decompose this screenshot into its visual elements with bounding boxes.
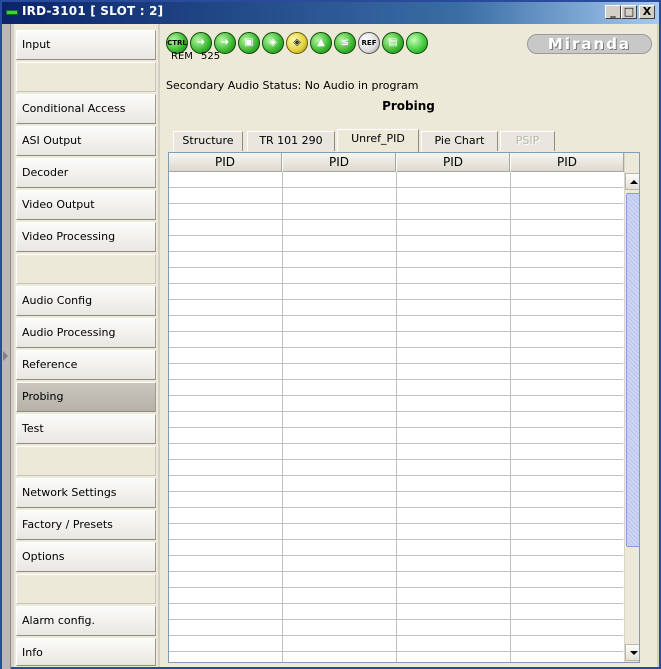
window-title: IRD-3101 [ SLOT : 2] bbox=[22, 4, 164, 18]
audio-warning-icon[interactable]: ◈ bbox=[286, 32, 308, 54]
tab-unref-pid[interactable]: Unref_PID bbox=[337, 129, 419, 152]
panel-collapse-strip[interactable] bbox=[2, 24, 11, 669]
sidebar-spacer bbox=[16, 62, 156, 92]
column-divider bbox=[510, 172, 511, 662]
sidebar-item-test[interactable]: Test bbox=[16, 414, 156, 444]
scroll-down-button[interactable] bbox=[625, 644, 639, 661]
sidebar-spacer bbox=[16, 574, 156, 604]
sidebar-item-probing[interactable]: Probing bbox=[16, 382, 156, 412]
sidebar-item-video-output[interactable]: Video Output bbox=[16, 190, 156, 220]
sidebar-item-asi-output[interactable]: ASI Output bbox=[16, 126, 156, 156]
column-header-pid[interactable]: PID bbox=[283, 153, 396, 172]
secondary-audio-status: Secondary Audio Status: No Audio in prog… bbox=[166, 79, 419, 92]
sidebar-item-audio-config[interactable]: Audio Config bbox=[16, 286, 156, 316]
column-divider bbox=[282, 172, 283, 662]
ca-lock-icon[interactable]: ▣ bbox=[238, 32, 260, 54]
sidebar-item-reference[interactable]: Reference bbox=[16, 350, 156, 380]
sidebar-spacer bbox=[16, 446, 156, 476]
vertical-scrollbar[interactable] bbox=[624, 153, 639, 662]
sidebar-item-factory-presets[interactable]: Factory / Presets bbox=[16, 510, 156, 540]
sidebar-item-decoder[interactable]: Decoder bbox=[16, 158, 156, 188]
gain-icon[interactable]: ≤ bbox=[334, 32, 356, 54]
expand-arrow-icon[interactable] bbox=[3, 351, 8, 361]
sidebar-item-info[interactable]: Info bbox=[16, 638, 156, 666]
reference-icon[interactable]: REF bbox=[358, 32, 380, 54]
chevron-down-icon bbox=[630, 651, 638, 655]
column-divider bbox=[396, 172, 397, 662]
sidebar-item-audio-processing[interactable]: Audio Processing bbox=[16, 318, 156, 348]
sidebar-item-conditional-access[interactable]: Conditional Access bbox=[16, 94, 156, 124]
sidebar-item-options[interactable]: Options bbox=[16, 542, 156, 572]
scroll-up-button[interactable] bbox=[625, 173, 639, 190]
sidebar-item-video-processing[interactable]: Video Processing bbox=[16, 222, 156, 252]
chevron-up-icon bbox=[630, 180, 638, 184]
audio-lock-icon[interactable]: ▲ bbox=[310, 32, 332, 54]
title-bar[interactable]: IRD-3101 [ SLOT : 2] _ □ X bbox=[2, 2, 659, 24]
column-header-pid[interactable]: PID bbox=[397, 153, 510, 172]
sidebar-item-network-settings[interactable]: Network Settings bbox=[16, 478, 156, 508]
close-button[interactable]: X bbox=[639, 5, 655, 19]
sidebar-item-alarm-config[interactable]: Alarm config. bbox=[16, 606, 156, 636]
format-caption: 525 bbox=[201, 51, 221, 62]
tab-pie-chart[interactable]: Pie Chart bbox=[421, 131, 498, 151]
column-header-pid[interactable]: PID bbox=[169, 153, 282, 172]
minimize-button[interactable]: _ bbox=[605, 5, 621, 19]
sidebar-item-input[interactable]: Input bbox=[16, 30, 156, 60]
tab-tr-101-290[interactable]: TR 101 290 bbox=[247, 131, 335, 151]
ok-status-icon[interactable] bbox=[406, 32, 428, 54]
app-status-icon bbox=[6, 10, 18, 15]
sidebar-spacer bbox=[16, 254, 156, 284]
scrollbar-thumb[interactable] bbox=[626, 193, 639, 547]
tab-structure[interactable]: Structure bbox=[173, 131, 243, 151]
maximize-button[interactable]: □ bbox=[621, 5, 637, 19]
rem-caption: REM bbox=[171, 51, 193, 62]
audio-icon[interactable]: ◈ bbox=[262, 32, 284, 54]
column-header-pid[interactable]: PID bbox=[511, 153, 624, 172]
page-title: Probing bbox=[382, 99, 435, 113]
monitor-icon[interactable]: ▤ bbox=[382, 32, 404, 54]
tab-psip: PSIP bbox=[500, 131, 555, 151]
unref-pid-table: PID PID PID PID bbox=[168, 152, 640, 663]
miranda-logo: Miranda bbox=[527, 34, 652, 54]
